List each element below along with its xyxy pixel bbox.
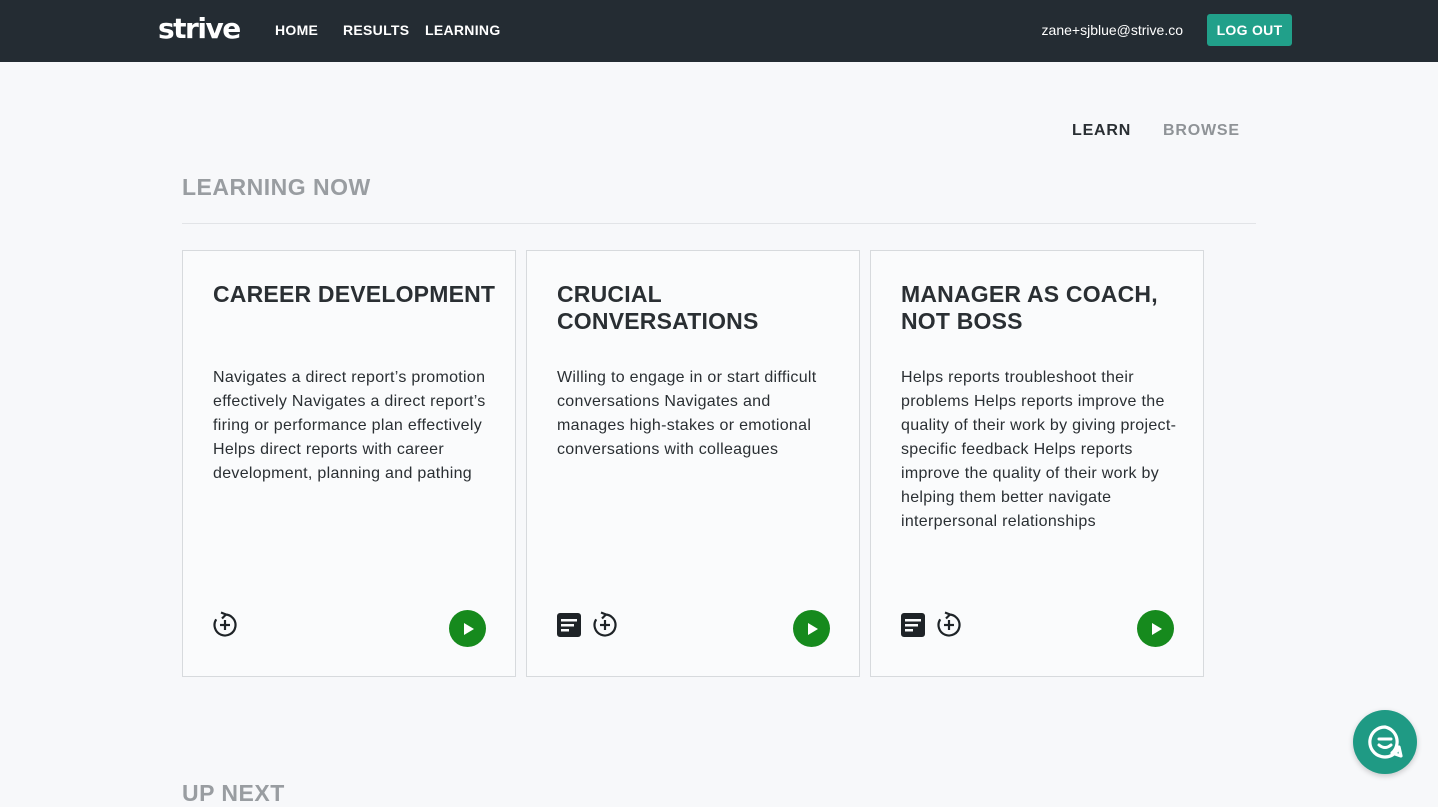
card-title: MANAGER AS COACH, NOT BOSS <box>901 281 1158 334</box>
play-icon <box>1151 622 1162 635</box>
nav-learning[interactable]: LEARNING <box>425 22 501 38</box>
section-title-learning-now: LEARNING NOW <box>182 174 371 200</box>
top-navigation-bar: strive HOME RESULTS LEARNING zane+sjblue… <box>0 0 1438 62</box>
play-button[interactable] <box>1137 610 1174 647</box>
section-title-up-next: UP NEXT <box>182 780 285 806</box>
add-progress-icon[interactable] <box>591 611 619 639</box>
chat-icon <box>1368 725 1403 759</box>
nav-results[interactable]: RESULTS <box>343 22 409 38</box>
document-icon[interactable] <box>899 611 927 639</box>
add-progress-icon[interactable] <box>935 611 963 639</box>
card-icons <box>899 611 963 639</box>
course-card-manager-as-coach[interactable]: MANAGER AS COACH, NOT BOSS Helps reports… <box>870 250 1204 677</box>
logout-button[interactable]: LOG OUT <box>1207 14 1292 46</box>
card-icons <box>555 611 619 639</box>
strive-logo[interactable]: strive <box>158 12 241 45</box>
course-card-crucial-conversations[interactable]: CRUCIAL CONVERSATIONS Willing to engage … <box>526 250 860 677</box>
course-card-career-development[interactable]: CAREER DEVELOPMENT Navigates a direct re… <box>182 250 516 677</box>
card-icons <box>211 611 239 639</box>
tab-learn[interactable]: LEARN <box>1072 122 1131 140</box>
card-description: Navigates a direct report’s promotion ef… <box>213 369 486 482</box>
card-description: Willing to engage in or start difficult … <box>557 369 817 458</box>
document-icon[interactable] <box>555 611 583 639</box>
card-title: CRUCIAL CONVERSATIONS <box>557 281 759 334</box>
play-button[interactable] <box>449 610 486 647</box>
play-icon <box>807 622 818 635</box>
card-title: CAREER DEVELOPMENT <box>213 281 496 307</box>
play-button[interactable] <box>793 610 830 647</box>
chat-button[interactable] <box>1353 710 1417 774</box>
tab-browse[interactable]: BROWSE <box>1163 122 1240 140</box>
card-description: Helps reports troubleshoot their problem… <box>901 369 1177 530</box>
user-email: zane+sjblue@strive.co <box>1041 22 1183 38</box>
nav-home[interactable]: HOME <box>275 22 318 38</box>
section-divider <box>182 223 1256 224</box>
play-icon <box>463 622 474 635</box>
add-progress-icon[interactable] <box>211 611 239 639</box>
